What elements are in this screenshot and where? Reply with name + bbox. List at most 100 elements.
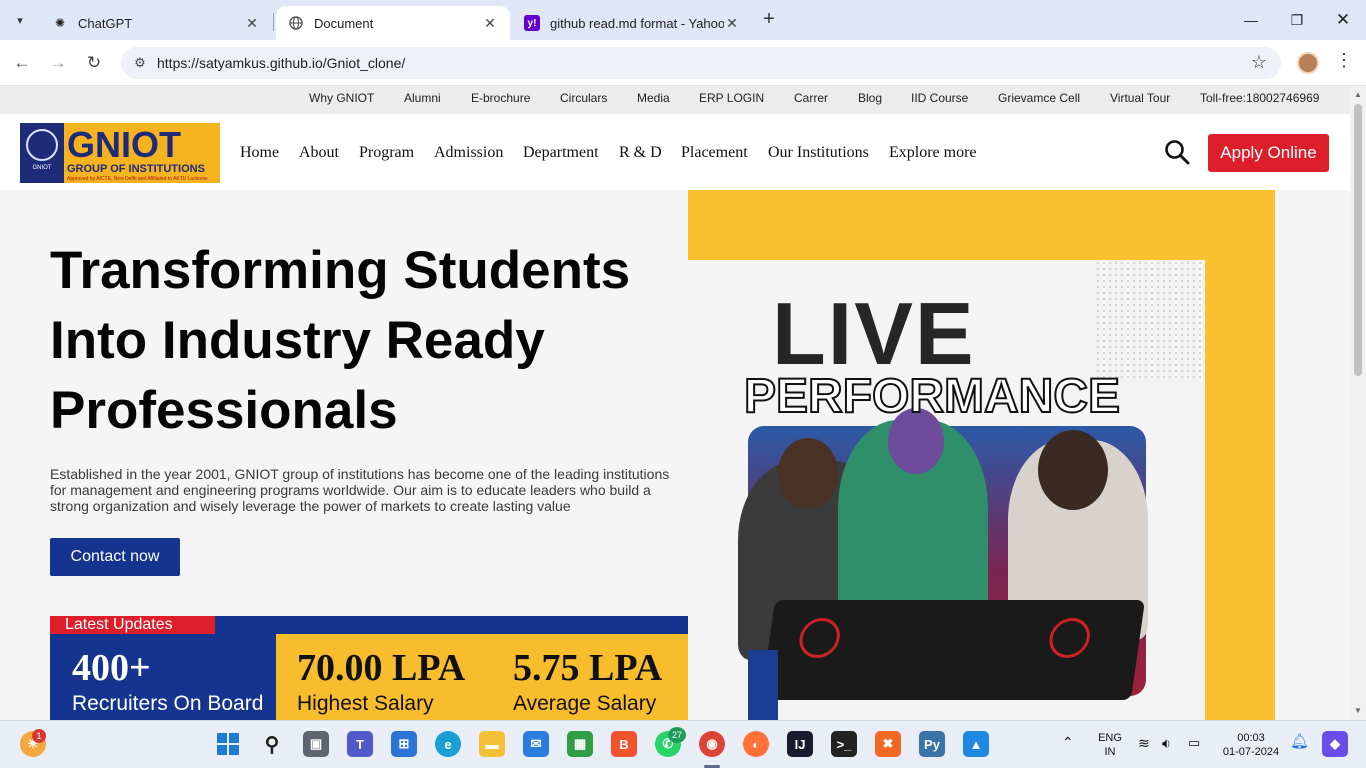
toplink-toll-free[interactable]: Toll-free:18002746969 xyxy=(1200,91,1319,105)
seal-text: GNIOT xyxy=(32,165,52,171)
browser-tab-bar: ▾ ✺ ChatGPT ✕ Document ✕ y! github read.… xyxy=(0,0,1366,40)
gniot-logo[interactable]: GNIOT GNIOT GROUP OF INSTITUTIONS Approv… xyxy=(20,123,220,183)
bookmark-star-icon[interactable]: ☆ xyxy=(1251,52,1267,73)
toplink-why-gniot[interactable]: Why GNIOT xyxy=(309,91,374,105)
nav-home[interactable]: Home xyxy=(240,144,279,162)
logo-seal: GNIOT xyxy=(20,123,64,183)
profile-avatar[interactable] xyxy=(1297,52,1319,74)
terminal-icon[interactable]: >_ xyxy=(831,731,857,757)
edge-icon[interactable]: e xyxy=(435,731,461,757)
mail-icon[interactable]: ✉ xyxy=(523,731,549,757)
top-link-strip: Why GNIOT Alumni E-brochure Circulars Me… xyxy=(0,86,1350,114)
hero-section: Transforming Students Into Industry Read… xyxy=(0,190,1350,720)
scrollbar-thumb[interactable] xyxy=(1354,104,1362,376)
contact-now-button[interactable]: Contact now xyxy=(50,538,180,576)
search-icon[interactable]: ⚲ xyxy=(259,731,285,757)
toplink-virtual-tour[interactable]: Virtual Tour xyxy=(1110,91,1170,105)
nav-program[interactable]: Program xyxy=(359,144,414,162)
minimize-button[interactable]: — xyxy=(1228,0,1274,40)
tab-document[interactable]: Document ✕ xyxy=(276,6,510,40)
url-text[interactable]: https://satyamkus.github.io/Gniot_clone/ xyxy=(157,55,405,71)
file-explorer-icon[interactable]: ▬ xyxy=(479,731,505,757)
page-viewport: Why GNIOT Alumni E-brochure Circulars Me… xyxy=(0,86,1350,720)
close-icon[interactable]: ✕ xyxy=(244,15,260,32)
back-button[interactable]: ← xyxy=(10,51,34,75)
firefox-icon[interactable]: ◐ xyxy=(743,731,769,757)
lang-bottom: IN xyxy=(1104,746,1116,758)
brave-icon[interactable]: B xyxy=(611,731,637,757)
close-window-button[interactable]: ✕ xyxy=(1320,0,1366,40)
nav-explore-more[interactable]: Explore more xyxy=(889,144,977,162)
performer-head xyxy=(1038,430,1108,510)
toplink-circulars[interactable]: Circulars xyxy=(560,91,607,105)
toplink-carrer[interactable]: Carrer xyxy=(794,91,828,105)
tray-overflow-chevron-icon[interactable]: ⌃ xyxy=(1062,735,1074,749)
site-settings-icon[interactable]: ⚙ xyxy=(131,54,149,72)
task-view-icon[interactable]: ▣ xyxy=(303,731,329,757)
stat-label: Highest Salary xyxy=(297,692,434,715)
scroll-up-arrow[interactable]: ▲ xyxy=(1353,90,1363,100)
lang-top: ENG xyxy=(1098,732,1122,744)
hero-title-line: Transforming Students xyxy=(50,241,631,300)
toplink-iid-course[interactable]: IID Course xyxy=(911,91,968,105)
toplink-media[interactable]: Media xyxy=(637,91,670,105)
reload-button[interactable]: ↻ xyxy=(82,51,106,75)
sheets-icon[interactable]: ▦ xyxy=(567,731,593,757)
page-scrollbar[interactable]: ▲ ▼ xyxy=(1350,86,1366,720)
new-tab-button[interactable]: + xyxy=(758,9,780,31)
address-bar[interactable]: ⚙ https://satyamkus.github.io/Gniot_clon… xyxy=(121,47,1281,79)
poster-performance-text: PERFORMANCE xyxy=(743,370,1121,423)
live-performance-poster: LIVE PERFORMANCE xyxy=(688,260,1205,720)
intellij-icon[interactable]: IJ xyxy=(787,731,813,757)
stat-label: Recruiters On Board xyxy=(72,692,264,715)
nav-r-and-d[interactable]: R & D xyxy=(619,144,662,162)
logo-tagline: Approved by AICTE, New Delhi and Affilia… xyxy=(67,176,208,182)
toplink-alumni[interactable]: Alumni xyxy=(404,91,441,105)
hero-title: Transforming Students Into Industry Read… xyxy=(50,236,690,446)
latest-updates-label: Latest Updates xyxy=(50,616,215,634)
copilot-icon[interactable]: ◆ xyxy=(1322,731,1348,757)
nav-about[interactable]: About xyxy=(299,144,339,162)
toplink-grievance-cell[interactable]: Grievamce Cell xyxy=(998,91,1080,105)
search-icon[interactable] xyxy=(1164,139,1190,165)
scroll-down-arrow[interactable]: ▼ xyxy=(1353,706,1363,716)
performer-head xyxy=(778,438,838,508)
windows-taskbar: ☀ 1 ⚲ ▣ T ⊞ e ▬ ✉ ▦ B ✆ 27 ◉ ◐ IJ >_ ✖ P… xyxy=(0,720,1366,768)
tab-yahoo[interactable]: y! github read.md format - Yahoo ✕ xyxy=(512,6,752,40)
chrome-icon[interactable]: ◉ xyxy=(699,731,725,757)
teams-icon[interactable]: T xyxy=(347,731,373,757)
nav-placement[interactable]: Placement xyxy=(681,144,748,162)
poster-live-text: LIVE xyxy=(772,284,976,383)
python-icon[interactable]: Py xyxy=(919,731,945,757)
nav-department[interactable]: Department xyxy=(523,144,599,162)
globe-icon xyxy=(288,15,304,31)
toplink-ebrochure[interactable]: E-brochure xyxy=(471,91,530,105)
toplink-blog[interactable]: Blog xyxy=(858,91,882,105)
xampp-icon[interactable]: ✖ xyxy=(875,731,901,757)
store-icon[interactable]: ⊞ xyxy=(391,731,417,757)
close-icon[interactable]: ✕ xyxy=(724,15,740,32)
apply-online-button[interactable]: Apply Online xyxy=(1208,134,1329,172)
nav-admission[interactable]: Admission xyxy=(434,144,503,162)
language-indicator[interactable]: ENG IN xyxy=(1096,731,1124,759)
logo-subtitle: GROUP OF INSTITUTIONS xyxy=(67,163,205,175)
nav-our-institutions[interactable]: Our Institutions xyxy=(768,144,869,162)
toplink-erp-login[interactable]: ERP LOGIN xyxy=(699,91,764,105)
tab-chatgpt[interactable]: ✺ ChatGPT ✕ xyxy=(40,6,272,40)
clock[interactable]: 00:03 01-07-2024 xyxy=(1218,731,1284,759)
photos-icon[interactable]: ▲ xyxy=(963,731,989,757)
stat-salary-card: 70.00 LPA Highest Salary 5.75 LPA Averag… xyxy=(276,634,688,720)
wifi-icon[interactable]: ≋ xyxy=(1138,736,1150,750)
close-icon[interactable]: ✕ xyxy=(482,15,498,32)
notification-bell-icon[interactable]: 🔔︎ xyxy=(1290,734,1309,749)
volume-icon[interactable]: 🔉︎ xyxy=(1162,736,1171,750)
tab-search-chevron-icon[interactable]: ▾ xyxy=(8,8,32,32)
menu-kebab-icon[interactable]: ⋮ xyxy=(1334,50,1354,76)
browser-toolbar: ← → ↻ ⚙ https://satyamkus.github.io/Gnio… xyxy=(0,40,1366,86)
start-button[interactable] xyxy=(215,731,241,757)
battery-icon[interactable]: ▭ xyxy=(1188,736,1200,750)
restore-button[interactable]: ❐ xyxy=(1274,0,1320,40)
clock-time: 00:03 xyxy=(1237,732,1265,744)
seal-ring xyxy=(26,129,58,161)
forward-button[interactable]: → xyxy=(46,51,70,75)
